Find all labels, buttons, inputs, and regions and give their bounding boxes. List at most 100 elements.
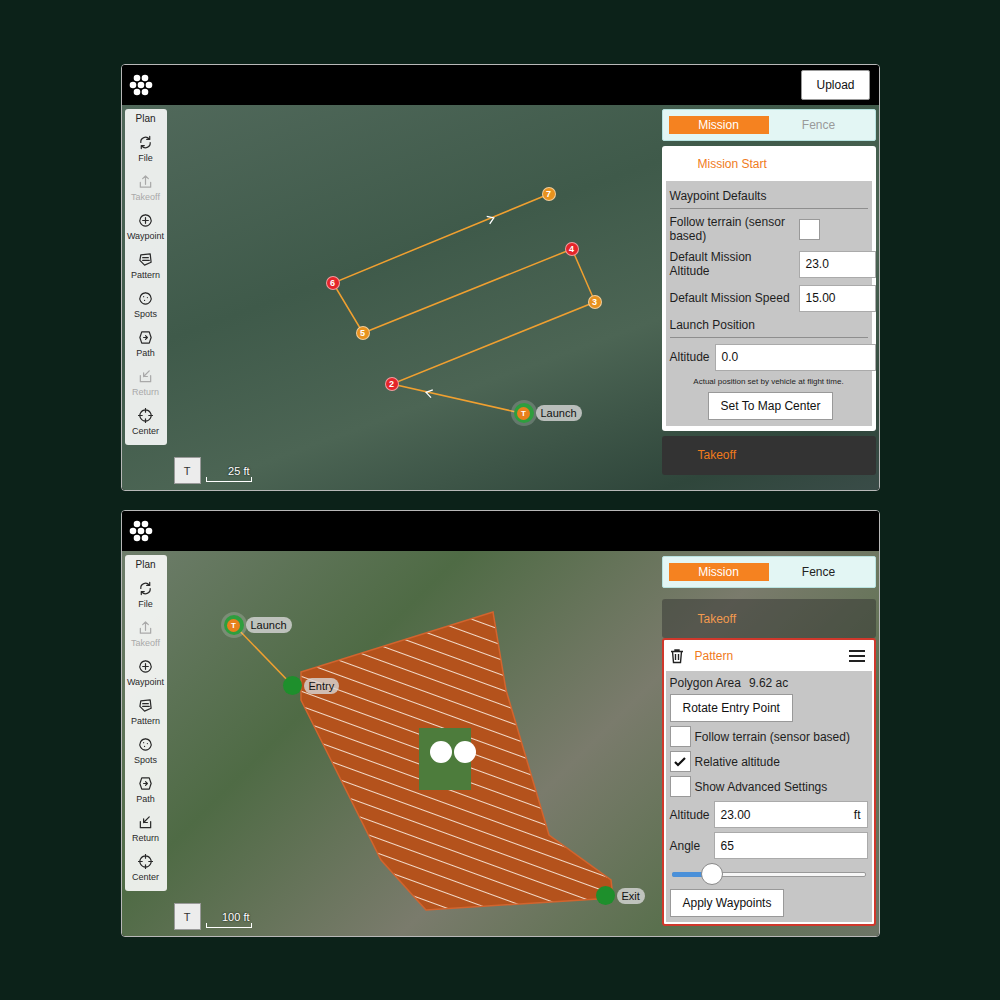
takeoff-item[interactable]: Takeoff [662,599,876,638]
option-checkbox[interactable] [670,751,691,772]
launch-marker[interactable]: TLaunch [514,403,582,423]
option-row[interactable]: Follow terrain (sensor based) [670,726,868,747]
map-scale: T 25 ft [174,457,252,484]
terrain-toggle-button[interactable]: T [174,457,201,484]
tool-label: Waypoint [127,677,164,687]
section-title: Waypoint Defaults [670,189,868,209]
tool-button[interactable]: Takeoff [131,168,160,207]
trash-icon[interactable] [669,648,685,664]
option-checkbox[interactable] [670,726,691,747]
waypoint-marker[interactable]: 2 [385,377,399,391]
tool-button[interactable]: Return [132,809,159,848]
angle-slider[interactable] [672,863,866,885]
center-icon [138,408,153,423]
tool-label: Spots [134,309,157,319]
note-text: Actual position set by vehicle at flight… [670,377,872,386]
tool-button[interactable]: Pattern [131,692,160,731]
pattern-icon [138,698,153,713]
entry-label: Entry [304,678,340,694]
waypoint-marker[interactable]: 4 [565,242,579,256]
app-logo-icon[interactable] [127,517,155,545]
tool-label: Pattern [131,716,160,726]
tool-button[interactable]: File [138,575,153,614]
waypoint-marker[interactable]: 7 [542,187,556,201]
tool-button[interactable]: File [138,129,153,168]
plan-tab[interactable]: Mission [669,116,769,134]
map-view[interactable]: TLaunchEntryExitPlanFileTakeoffWaypointP… [122,551,879,936]
map-scale: T 100 ft [174,903,252,930]
tool-button[interactable]: Path [136,770,155,809]
takeoff-item[interactable]: Takeoff [662,436,876,475]
scale-label: 25 ft [226,465,251,477]
apply-waypoints-button[interactable]: Apply Waypoints [670,889,785,917]
tool-button[interactable]: Center [132,848,159,887]
altitude-input[interactable]: 23.00ft [714,801,868,828]
tool-button[interactable]: Spots [134,285,157,324]
path-icon [138,776,153,791]
vertex-handle[interactable] [430,741,452,763]
app-logo-icon[interactable] [127,71,155,99]
launch-marker[interactable]: TLaunch [224,615,292,635]
tool-label: Center [132,872,159,882]
pattern-icon [138,252,153,267]
return-icon [138,369,153,384]
plan-tab[interactable]: Mission [669,563,769,581]
tool-button[interactable]: Path [136,324,155,363]
tool-button[interactable]: Spots [134,731,157,770]
altitude-input[interactable]: 0.0 [715,344,876,371]
slider-thumb[interactable] [701,863,723,885]
plan-tab[interactable]: Fence [769,116,869,134]
follow-terrain-checkbox[interactable] [799,219,820,240]
settings-box: Waypoint DefaultsFollow terrain (sensor … [666,181,872,426]
card-title[interactable]: Mission Start [662,146,876,181]
option-checkbox[interactable] [670,776,691,797]
survey-polygon[interactable] [301,612,613,910]
tool-label: Pattern [131,270,160,280]
takeoff-icon [138,620,153,635]
value-input[interactable]: 23.0 [799,251,876,278]
plan-title: Plan [135,559,155,575]
tool-button[interactable]: Center [132,402,159,441]
option-row[interactable]: Relative altitude [670,751,868,772]
set-map-center-button[interactable]: Set To Map Center [708,392,834,420]
upload-button[interactable]: Upload [801,70,869,100]
menu-icon[interactable] [848,649,866,663]
tool-label: Spots [134,755,157,765]
tool-button[interactable]: Pattern [131,246,160,285]
rotate-entry-button[interactable]: Rotate Entry Point [670,694,793,722]
waypoint-marker[interactable]: 3 [588,295,602,309]
section-title: Launch Position [670,318,868,338]
option-row[interactable]: Show Advanced Settings [670,776,868,797]
planner-screen: TLaunchEntryExitPlanFileTakeoffWaypointP… [121,510,880,937]
altitude-unit: ft [854,808,861,822]
value-input[interactable]: 15.00 [799,285,876,312]
entry-marker[interactable]: Entry [283,676,340,695]
entry-path [234,625,293,686]
entry-dot [283,676,302,695]
pattern-title: Pattern [695,649,734,663]
tool-label: Takeoff [131,192,160,202]
angle-input[interactable]: 65 [714,832,868,859]
terrain-toggle-button[interactable]: T [174,903,201,930]
launch-label: Launch [246,617,292,633]
plan-tab[interactable]: Fence [769,563,869,581]
tool-button[interactable]: Takeoff [131,614,160,653]
field-row: Default Mission Speed15.00 [670,285,872,312]
top-toolbar [122,511,879,551]
vertex-handle[interactable] [454,741,476,763]
tool-label: Waypoint [127,231,164,241]
field-row: Default Mission Altitude23.0 [670,250,872,279]
waypoint-marker[interactable]: 6 [326,276,340,290]
tool-label: File [138,599,153,609]
tool-button[interactable]: Return [132,363,159,402]
tool-label: Takeoff [131,638,160,648]
scale-bar: 100 ft [206,911,252,930]
tool-button[interactable]: Waypoint [127,207,164,246]
area-value: 9.62 ac [749,676,788,690]
exit-marker[interactable]: Exit [596,886,645,905]
row-label: Altitude [670,808,710,822]
waypoint-marker[interactable]: 5 [356,326,370,340]
tool-button[interactable]: Waypoint [127,653,164,692]
row-label: Angle [670,839,710,853]
map-view[interactable]: 234567TLaunchPlanFileTakeoffWaypointPatt… [122,105,879,490]
